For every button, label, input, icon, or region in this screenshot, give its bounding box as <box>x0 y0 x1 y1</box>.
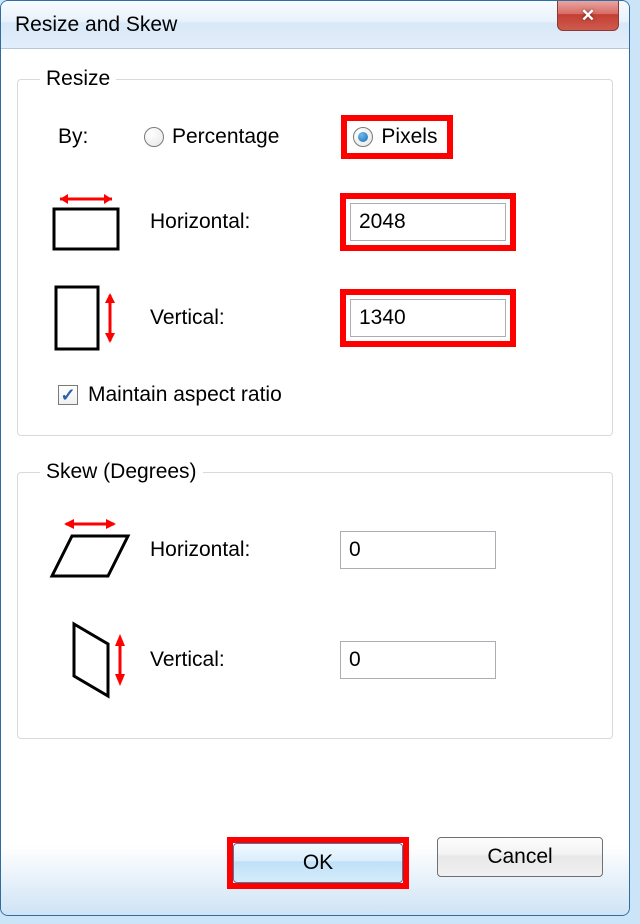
radio-pixels[interactable]: Pixels <box>341 115 453 159</box>
titlebar[interactable]: Resize and Skew ✕ <box>1 1 629 49</box>
window-title: Resize and Skew <box>15 13 177 37</box>
skew-vertical-icon <box>40 620 150 700</box>
close-button[interactable]: ✕ <box>557 1 619 31</box>
radio-pixels-label: Pixels <box>381 125 437 149</box>
skew-horizontal-icon <box>40 516 150 584</box>
resize-horizontal-row: Horizontal: <box>40 191 590 253</box>
skew-horizontal-row: Horizontal: <box>40 516 590 584</box>
resize-by-row: By: Percentage Pixels <box>40 115 590 159</box>
resize-horizontal-input[interactable] <box>350 203 506 241</box>
radio-percentage[interactable]: Percentage <box>144 125 279 149</box>
cancel-button[interactable]: Cancel <box>437 837 603 877</box>
resize-horizontal-icon <box>40 191 150 253</box>
resize-vertical-row: Vertical: <box>40 281 590 355</box>
close-icon: ✕ <box>581 6 595 26</box>
maintain-aspect-row[interactable]: Maintain aspect ratio <box>40 383 590 407</box>
skew-vertical-input-wrap <box>340 641 496 679</box>
resize-vertical-input-wrap <box>340 289 516 347</box>
resize-horizontal-label: Horizontal: <box>150 210 340 234</box>
resize-vertical-icon <box>40 281 150 355</box>
resize-vertical-input[interactable] <box>350 299 506 337</box>
radio-percentage-label: Percentage <box>172 125 279 149</box>
ok-button-label: OK <box>303 851 333 875</box>
ok-button[interactable]: OK <box>233 843 403 883</box>
skew-legend: Skew (Degrees) <box>40 460 203 484</box>
resize-legend: Resize <box>40 67 116 91</box>
skew-vertical-row: Vertical: <box>40 620 590 700</box>
skew-vertical-input[interactable] <box>340 641 496 679</box>
ok-button-highlight: OK <box>227 837 409 889</box>
skew-vertical-label: Vertical: <box>150 648 340 672</box>
skew-group: Skew (Degrees) Horizontal: <box>17 460 613 739</box>
resize-skew-dialog: Resize and Skew ✕ Resize By: Percentage … <box>0 0 630 916</box>
resize-group: Resize By: Percentage Pixels <box>17 67 613 436</box>
radio-pixels-indicator <box>353 127 373 147</box>
radio-percentage-indicator <box>144 127 164 147</box>
skew-horizontal-input-wrap <box>340 531 496 569</box>
skew-horizontal-label: Horizontal: <box>150 538 340 562</box>
skew-horizontal-input[interactable] <box>340 531 496 569</box>
client-area: Resize By: Percentage Pixels <box>1 49 629 915</box>
button-bar: OK Cancel <box>227 837 603 889</box>
cancel-button-label: Cancel <box>487 845 552 869</box>
maintain-aspect-label: Maintain aspect ratio <box>88 383 282 407</box>
resize-by-radio-group: Percentage Pixels <box>144 115 453 159</box>
by-label: By: <box>40 125 144 149</box>
resize-vertical-label: Vertical: <box>150 306 340 330</box>
resize-horizontal-input-wrap <box>340 193 516 251</box>
maintain-aspect-checkbox[interactable] <box>58 385 78 405</box>
